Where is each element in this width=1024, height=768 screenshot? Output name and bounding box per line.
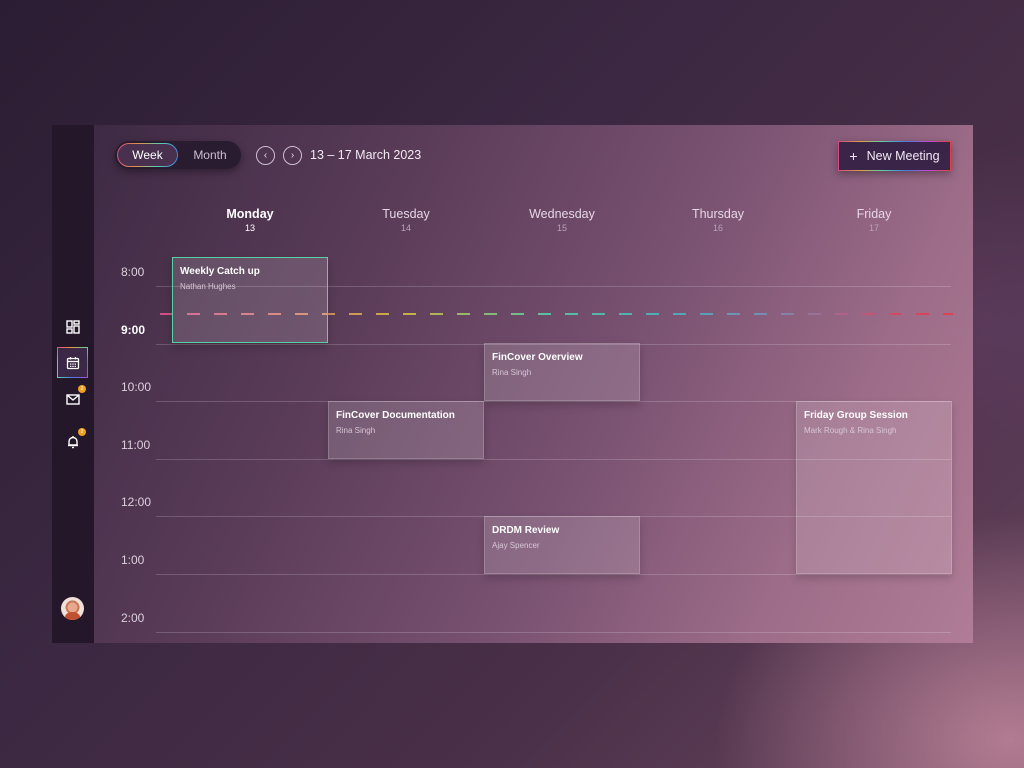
hour-label: 8:00 <box>121 265 145 279</box>
event-attendees: Mark Rough & Rina Singh <box>804 426 897 435</box>
day-header-monday[interactable]: Monday 13 <box>172 207 328 233</box>
day-date: 16 <box>712 223 723 233</box>
day-date: 13 <box>244 223 255 233</box>
day-header-friday[interactable]: Friday 17 <box>796 207 952 233</box>
week-view-button[interactable]: Week <box>117 143 178 167</box>
mail-icon <box>65 393 80 405</box>
sidebar-item-dashboard[interactable] <box>57 311 88 342</box>
event-title: Friday Group Session <box>804 410 908 421</box>
day-name: Monday <box>226 207 274 221</box>
day-date: 14 <box>400 223 411 233</box>
day-date: 15 <box>556 223 567 233</box>
mail-badge: 2 <box>78 385 86 393</box>
event-title: FinCover Overview <box>492 352 583 364</box>
event-title: FinCover Documentation <box>336 410 455 421</box>
month-view-button[interactable]: Month <box>181 143 239 167</box>
event-card[interactable]: FinCover Documentation Rina Singh <box>328 401 484 459</box>
hour-gridline <box>156 631 951 633</box>
notifications-badge: 2 <box>78 428 86 436</box>
day-name: Thursday <box>691 207 745 221</box>
view-toggle: Week Month <box>115 141 241 169</box>
plus-icon: + <box>849 148 858 164</box>
calendar-panel: Week Month ‹ › 13 – 17 March 2023 + New … <box>94 125 973 643</box>
event-attendees: Ajay Spencer <box>492 541 540 551</box>
user-avatar[interactable] <box>61 597 84 620</box>
event-card[interactable]: DRDM Review Ajay Spencer <box>484 516 640 574</box>
event-title: Weekly Catch up <box>180 266 260 277</box>
day-header-tuesday[interactable]: Tuesday 14 <box>328 207 484 233</box>
event-attendees: Rina Singh <box>492 368 532 378</box>
new-meeting-button[interactable]: + New Meeting <box>838 141 951 171</box>
hour-label: 12:00 <box>121 495 152 510</box>
dashboard-icon <box>65 319 80 334</box>
bell-icon <box>67 435 78 448</box>
event-card[interactable]: FinCover Overview Rina Singh <box>484 343 640 401</box>
event-card[interactable]: Friday Group Session Mark Rough & Rina Si… <box>796 401 952 574</box>
hour-label: 10:00 <box>121 380 152 395</box>
day-name: Wednesday <box>529 207 595 221</box>
event-card[interactable]: Weekly Catch up Nathan Hughes <box>172 257 328 344</box>
event-attendees: Nathan Hughes <box>180 282 236 291</box>
day-header-thursday[interactable]: Thursday 16 <box>640 207 796 233</box>
sidebar-item-notifications[interactable]: 2 <box>57 426 88 457</box>
next-week-button[interactable]: › <box>283 146 302 165</box>
hour-gridline <box>156 574 951 575</box>
day-date: 17 <box>868 223 879 233</box>
hour-label: 2:00 <box>121 610 145 625</box>
day-name: Tuesday <box>382 207 430 221</box>
calendar-icon <box>66 356 79 369</box>
sidebar: 2 2 <box>52 125 94 643</box>
event-attendees: Rina Singh <box>336 426 376 435</box>
sidebar-item-calendar[interactable] <box>57 347 88 378</box>
day-header-wednesday[interactable]: Wednesday 15 <box>484 207 640 233</box>
hour-label: 1:00 <box>121 553 145 567</box>
sidebar-item-mail[interactable]: 2 <box>57 383 88 414</box>
hour-label: 9:00 <box>121 322 146 337</box>
day-name: Friday <box>856 207 892 221</box>
hour-label: 11:00 <box>121 437 151 452</box>
chevron-left-icon: ‹ <box>263 149 268 161</box>
prev-week-button[interactable]: ‹ <box>256 146 275 165</box>
chevron-right-icon: › <box>290 149 295 161</box>
date-range: 13 – 17 March 2023 <box>310 148 422 162</box>
new-meeting-label: New Meeting <box>866 149 940 163</box>
event-title: DRDM Review <box>492 525 560 537</box>
